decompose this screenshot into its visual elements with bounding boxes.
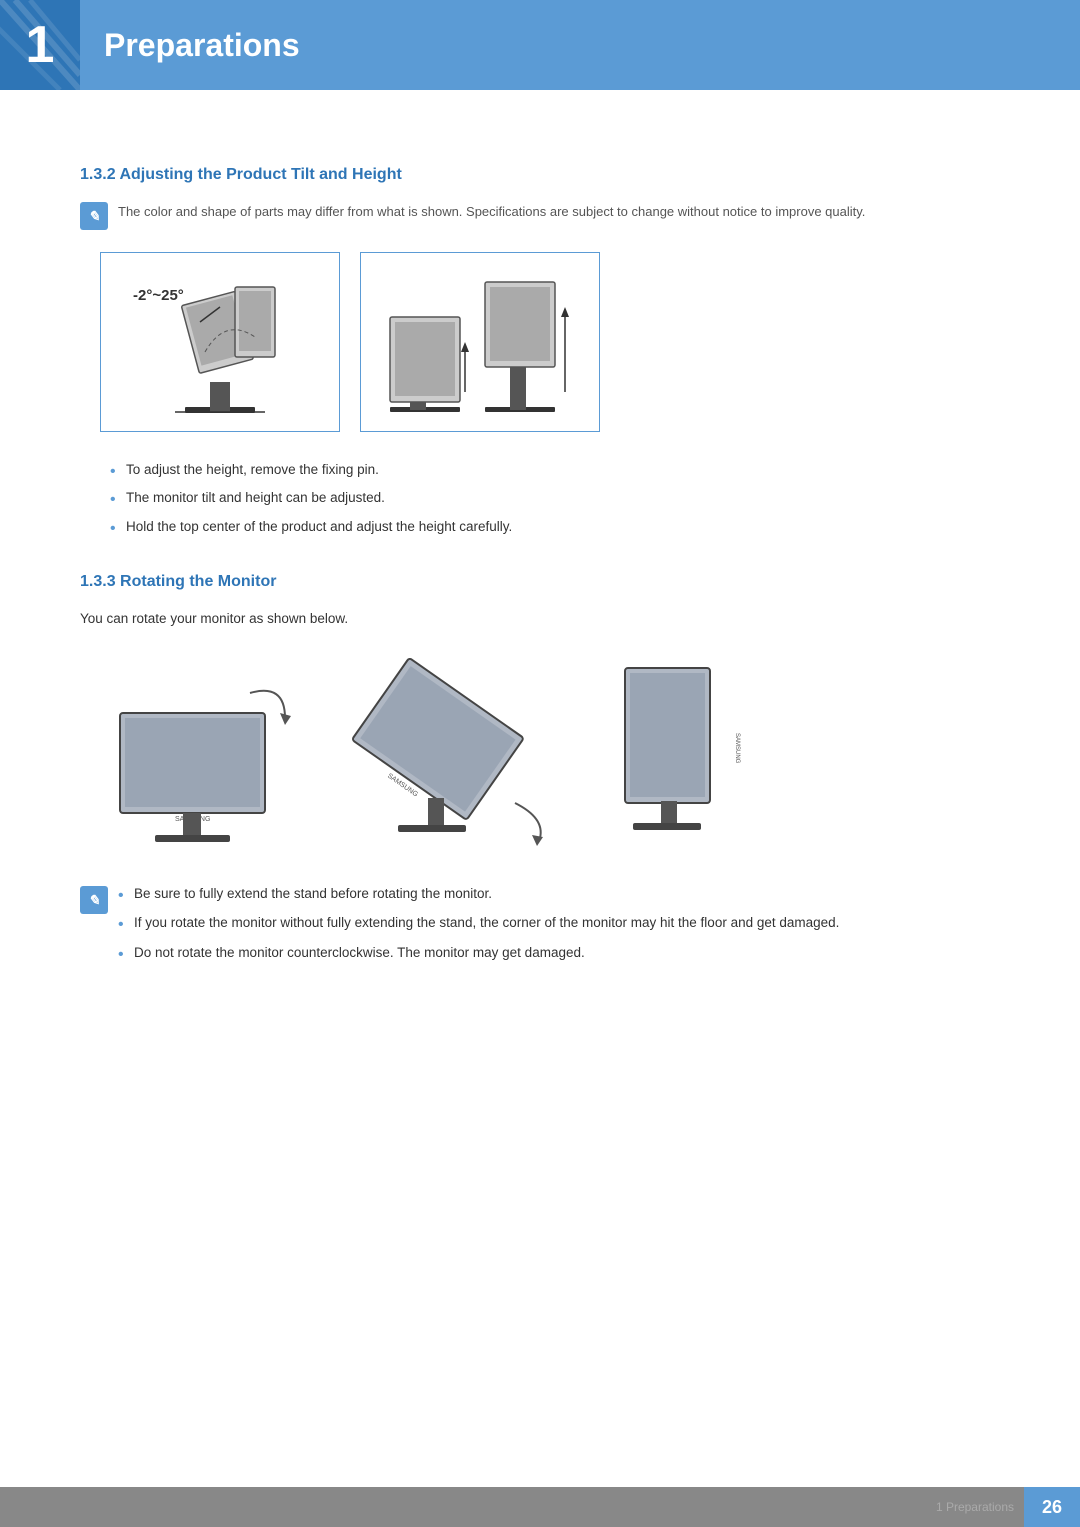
rotation-svg-3: SAMSUNG (590, 653, 750, 853)
rotation-svg-2: SAMSUNG (330, 653, 560, 853)
rotation-monitor-3: SAMSUNG (590, 653, 750, 856)
footer-page-number: 26 (1042, 1497, 1062, 1518)
tilt-left-illustration: -2°~25° (100, 252, 340, 432)
tilt-right-svg (375, 262, 585, 422)
page-footer: 1 Preparations 26 (0, 1487, 1080, 1527)
bullet-133-1: • Be sure to fully extend the stand befo… (118, 884, 1000, 904)
note-text-132: The color and shape of parts may differ … (118, 202, 865, 223)
bullet-132-2: The monitor tilt and height can be adjus… (110, 488, 1000, 508)
note-icon-133: ✎ (80, 886, 108, 914)
section-133-heading: 1.3.3 Rotating the Monitor (80, 573, 1000, 591)
chapter-title: Preparations (104, 27, 300, 64)
svg-text:SAMSUNG: SAMSUNG (734, 733, 740, 764)
note-icon-132: ✎ (80, 202, 108, 230)
rotation-illustration-row: SAMSUNG SAMSUNG (100, 653, 1000, 856)
header-diagonal-decoration (0, 0, 80, 90)
rotation-monitor-1: SAMSUNG (100, 663, 300, 856)
section-132-heading: 1.3.2 Adjusting the Product Tilt and Hei… (80, 166, 1000, 184)
rotation-monitor-2: SAMSUNG (330, 653, 560, 856)
bullets-133: • Be sure to fully extend the stand befo… (118, 884, 1000, 972)
bullet-133-3: • Do not rotate the monitor counterclock… (118, 943, 1000, 963)
note-132: ✎ The color and shape of parts may diffe… (80, 202, 1000, 230)
chapter-number-box: 1 (0, 0, 80, 90)
tilt-right-illustration (360, 252, 600, 432)
bullet-133-2: • If you rotate the monitor without full… (118, 913, 1000, 933)
rotation-svg-1: SAMSUNG (100, 663, 300, 853)
footer-page-number-box: 26 (1024, 1487, 1080, 1527)
main-content: 1.3.2 Adjusting the Product Tilt and Hei… (0, 90, 1080, 1072)
bullets-132: To adjust the height, remove the fixing … (110, 460, 1000, 537)
bullet-132-1: To adjust the height, remove the fixing … (110, 460, 1000, 480)
rotate-description: You can rotate your monitor as shown bel… (80, 609, 1000, 629)
svg-text:-2°~25°: -2°~25° (133, 287, 184, 304)
page-header: 1 Preparations (0, 0, 1080, 90)
note-133: ✎ • Be sure to fully extend the stand be… (80, 884, 1000, 972)
tilt-left-svg: -2°~25° (115, 262, 325, 422)
tilt-illustration-row: -2°~25° (100, 252, 1000, 432)
bullet-132-3: Hold the top center of the product and a… (110, 517, 1000, 537)
footer-section-label: 1 Preparations (936, 1500, 1014, 1514)
